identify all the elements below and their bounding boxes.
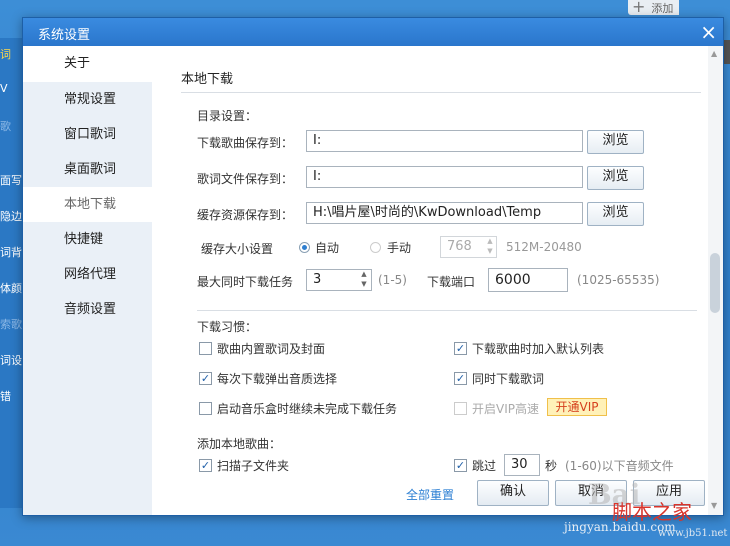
scan-subfolders-label: 扫描子文件夹: [217, 459, 290, 473]
cache-size-range: 512M-20480: [506, 240, 582, 254]
sidebar-item-general[interactable]: 常规设置: [23, 82, 152, 117]
sidebar-item-proxy[interactable]: 网络代理: [23, 257, 152, 292]
bg-sidebar-item: 面写: [0, 174, 22, 187]
plus-icon: +: [632, 0, 646, 16]
download-lyrics-label: 同时下载歌词: [472, 372, 545, 386]
cache-manual-radio[interactable]: [370, 242, 381, 253]
sidebar-item-audio[interactable]: 音频设置: [23, 292, 152, 327]
ok-button[interactable]: 确认: [477, 480, 549, 506]
cache-size-stepper[interactable]: ▲ ▼: [484, 236, 496, 258]
song-path-input[interactable]: I:: [306, 130, 583, 152]
apply-button[interactable]: 应用: [633, 480, 705, 506]
song-browse-button[interactable]: 浏览: [587, 130, 644, 154]
max-tasks-label: 最大同时下载任务: [197, 275, 294, 289]
sidebar-item-local-download[interactable]: 本地下载: [23, 187, 152, 222]
skip-seconds-input[interactable]: 30: [504, 454, 540, 476]
bg-sidebar-item: 词设: [0, 354, 22, 367]
cache-auto-radio[interactable]: [299, 242, 310, 253]
bg-sidebar-item: 索歌: [0, 318, 22, 331]
skip-label: 跳过: [472, 459, 497, 473]
add-default-list-checkbox[interactable]: ✓: [454, 342, 467, 355]
cache-path-input[interactable]: H:\唱片屋\时尚的\KwDownload\Temp: [306, 202, 583, 224]
settings-sidebar: 关于 常规设置 窗口歌词 桌面歌词 本地下载 快捷键 网络代理 音频设置: [23, 46, 152, 515]
dialog-title: 系统设置: [38, 28, 91, 43]
cache-browse-button[interactable]: 浏览: [587, 202, 644, 226]
add-button[interactable]: + 添加: [628, 0, 680, 16]
divider: [197, 310, 697, 311]
max-tasks-stepper[interactable]: ▲ ▼: [358, 269, 370, 291]
bg-sidebar-item: 词背: [0, 246, 22, 259]
skip-short-checkbox[interactable]: ✓: [454, 459, 467, 472]
embed-lyrics-label: 歌曲内置歌词及封面: [217, 342, 326, 356]
add-local-heading: 添加本地歌曲：: [197, 437, 282, 451]
add-default-list-label: 下载歌曲时加入默认列表: [472, 342, 605, 356]
quality-prompt-label: 每次下载弹出音质选择: [217, 372, 338, 386]
skip-seconds-unit: 秒: [545, 459, 558, 473]
settings-content: 本地下载 目录设置： 下载歌曲保存到： I: 浏览 歌词文件保存到： I: 浏览…: [153, 46, 708, 515]
bg-sidebar-item: 错: [0, 390, 11, 403]
download-lyrics-checkbox[interactable]: ✓: [454, 372, 467, 385]
open-vip-button[interactable]: 开通VIP: [547, 398, 607, 416]
vip-speed-checkbox[interactable]: [454, 402, 467, 415]
sidebar-item-desktop-lyrics[interactable]: 桌面歌词: [23, 152, 152, 187]
dir-settings-heading: 目录设置：: [197, 109, 258, 123]
port-range: (1025-65535): [577, 273, 660, 287]
sidebar-item-hotkeys[interactable]: 快捷键: [23, 222, 152, 257]
max-tasks-range: (1-5): [378, 273, 407, 287]
scan-subfolders-checkbox[interactable]: ✓: [199, 459, 212, 472]
vip-speed-label: 开启VIP高速: [472, 402, 539, 416]
lyric-browse-button[interactable]: 浏览: [587, 166, 644, 190]
scroll-down-icon[interactable]: ▼: [711, 501, 717, 510]
cache-manual-label: 手动: [387, 241, 412, 255]
embed-lyrics-checkbox[interactable]: [199, 342, 212, 355]
quality-prompt-checkbox[interactable]: ✓: [199, 372, 212, 385]
port-input[interactable]: 6000: [488, 268, 568, 292]
cache-size-label: 缓存大小设置: [201, 242, 274, 256]
background-sidebar: 词 V 歌 面写 隐边 词背 体颜 索歌 词设 错: [0, 38, 24, 508]
song-path-label: 下载歌曲保存到：: [197, 136, 294, 150]
bg-sidebar-item: 歌: [0, 120, 11, 133]
cache-auto-label: 自动: [315, 241, 340, 255]
reset-all-link[interactable]: 全部重置: [406, 486, 454, 503]
skip-hint: (1-60)以下音频文件: [565, 459, 674, 473]
cache-path-label: 缓存资源保存到：: [197, 208, 294, 222]
resume-tasks-checkbox[interactable]: [199, 402, 212, 415]
dialog-titlebar[interactable]: 系统设置 ×: [23, 18, 723, 46]
bg-sidebar-item: V: [0, 82, 8, 95]
bg-sidebar-item: 隐边: [0, 210, 22, 223]
lyric-path-input[interactable]: I:: [306, 166, 583, 188]
sidebar-item-window-lyrics[interactable]: 窗口歌词: [23, 117, 152, 152]
bg-sidebar-item: 体颜: [0, 282, 22, 295]
scrollbar-thumb[interactable]: [710, 253, 720, 313]
section-title: 本地下载: [181, 72, 234, 87]
resume-tasks-label: 启动音乐盒时继续未完成下载任务: [217, 402, 398, 416]
settings-dialog: 系统设置 × 关于 常规设置 窗口歌词 桌面歌词 本地下载 快捷键 网络代理 音…: [22, 17, 724, 516]
sidebar-item-about[interactable]: 关于: [23, 46, 152, 82]
close-icon[interactable]: ×: [700, 20, 717, 44]
scrollbar[interactable]: ▲ ▼: [708, 46, 723, 515]
lyric-path-label: 歌词文件保存到：: [197, 172, 294, 186]
port-label: 下载端口: [427, 275, 476, 289]
habits-heading: 下载习惯：: [197, 320, 258, 334]
section-divider: [181, 92, 701, 93]
cancel-button[interactable]: 取消: [555, 480, 627, 506]
bg-sidebar-item: 词: [0, 48, 11, 61]
scroll-up-icon[interactable]: ▲: [711, 49, 717, 58]
